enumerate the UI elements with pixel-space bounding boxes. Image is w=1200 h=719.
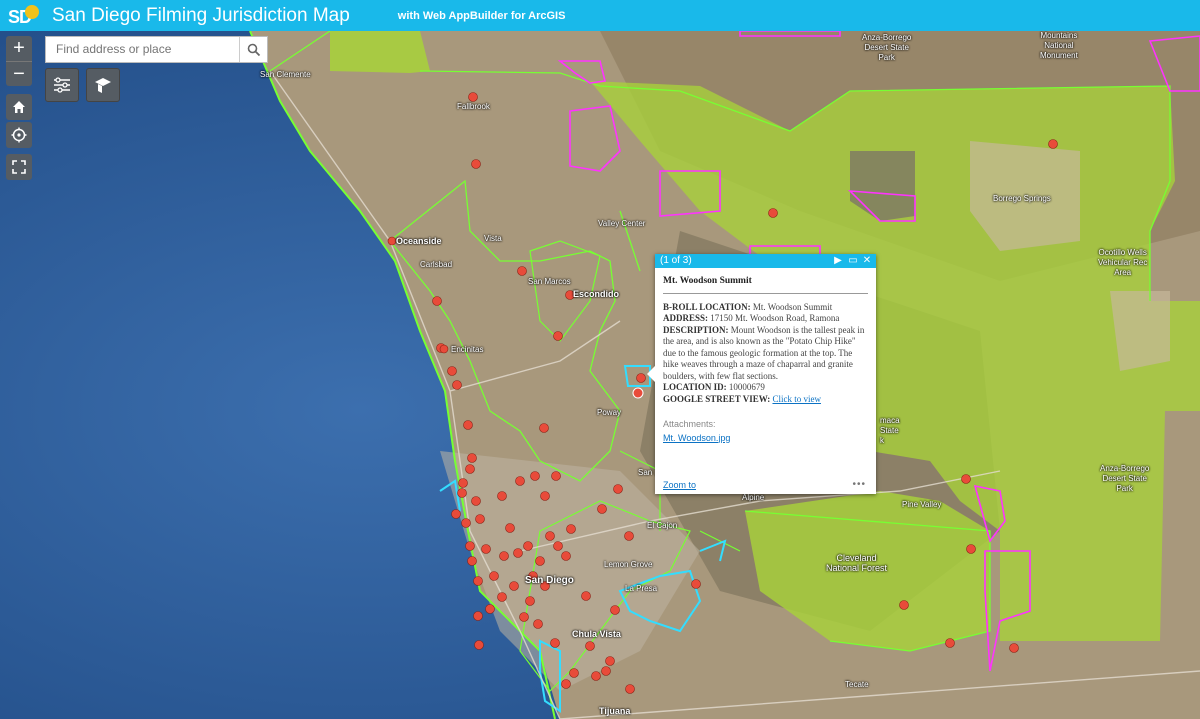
fullscreen-icon — [12, 160, 26, 174]
place-label: Vista — [484, 234, 502, 243]
home-icon — [13, 101, 25, 113]
place-label: Tijuana — [599, 706, 631, 716]
search-input[interactable] — [46, 37, 239, 62]
layer-list-icon — [54, 77, 70, 93]
place-label: Chula Vista — [572, 629, 621, 639]
place-label: San Clemente — [260, 70, 311, 79]
place-label: Oceanside — [396, 236, 442, 246]
search-icon — [247, 43, 260, 56]
zoom-control: + − — [6, 36, 32, 86]
place-label: Lemon Grove — [604, 560, 653, 569]
app-title: San Diego Filming Jurisdiction Map — [52, 4, 350, 26]
locate-button[interactable] — [6, 122, 32, 148]
feature-popup: (1 of 3) ▶ ▭ ✕ Mt. Woodson Summit B-ROLL… — [647, 254, 876, 494]
home-button[interactable] — [6, 94, 32, 120]
place-label: Pine Valley — [902, 500, 942, 509]
popup-pointer — [647, 366, 655, 382]
place-label: San Marcos — [528, 277, 571, 286]
place-label: Ocotillo Wells Vehicular Rec Area — [1098, 248, 1148, 277]
layer-list-button[interactable] — [45, 68, 79, 102]
place-label: Encinitas — [451, 345, 484, 354]
sun-icon — [25, 4, 39, 19]
fullscreen-button[interactable] — [6, 154, 32, 180]
place-label: El Cajon — [647, 521, 678, 530]
place-label: Mountains National Monument — [1040, 31, 1078, 60]
place-label: San Diego — [525, 575, 574, 586]
next-feature-button[interactable]: ▶ — [832, 254, 844, 268]
zoom-to-link[interactable]: Zoom to — [663, 480, 696, 490]
close-button[interactable]: ✕ — [861, 254, 873, 268]
zoom-out-button[interactable]: − — [6, 62, 32, 87]
popup-title: Mt. Woodson Summit — [663, 276, 868, 294]
place-label: Poway — [597, 408, 622, 417]
place-label: Cleveland National Forest — [826, 553, 888, 573]
place-label: Fallbrook — [457, 102, 490, 111]
attachments-label: Attachments: — [663, 419, 716, 429]
popup-content: B-ROLL LOCATION: Mt. Woodson Summit ADDR… — [663, 301, 865, 404]
search-widget — [45, 36, 268, 63]
place-label: Borrego Springs — [993, 194, 1051, 203]
popup-titlebar: (1 of 3) ▶ ▭ ✕ — [655, 254, 876, 268]
basemap-gallery-button[interactable] — [86, 68, 120, 102]
close-icon: ✕ — [862, 255, 872, 266]
street-view-link[interactable]: Click to view — [772, 394, 821, 404]
place-label: Carlsbad — [420, 260, 453, 269]
zoom-in-button[interactable]: + — [6, 36, 32, 62]
attachment-link[interactable]: Mt. Woodson.jpg — [663, 433, 730, 443]
search-button[interactable] — [239, 37, 267, 62]
app-header: SD San Diego Filming Jurisdiction Map wi… — [0, 0, 1200, 31]
more-options-button[interactable]: ••• — [852, 479, 866, 490]
basemap — [0, 31, 1200, 719]
place-label: Anza-Borrego Desert State Park — [1100, 464, 1150, 493]
place-label: Valley Center — [598, 219, 646, 228]
place-label: Tecate — [845, 680, 869, 689]
popup-counter: (1 of 3) — [660, 255, 692, 266]
place-label: Escondido — [573, 289, 620, 299]
basemap-gallery-icon — [95, 78, 111, 93]
place-label: Anza-Borrego Desert State Park — [862, 33, 912, 62]
place-label: Alpine — [742, 493, 765, 502]
place-label: maca State k — [880, 416, 900, 445]
sd-logo: SD — [8, 4, 39, 28]
map-view[interactable]: Anza-Borrego Desert State Park Mountains… — [0, 31, 1200, 719]
locate-icon — [11, 127, 27, 143]
place-label: La Presa — [625, 584, 658, 593]
maximize-button[interactable]: ▭ — [847, 254, 859, 268]
app-subtitle: with Web AppBuilder for ArcGIS — [397, 9, 566, 22]
place-label: San — [638, 468, 653, 477]
